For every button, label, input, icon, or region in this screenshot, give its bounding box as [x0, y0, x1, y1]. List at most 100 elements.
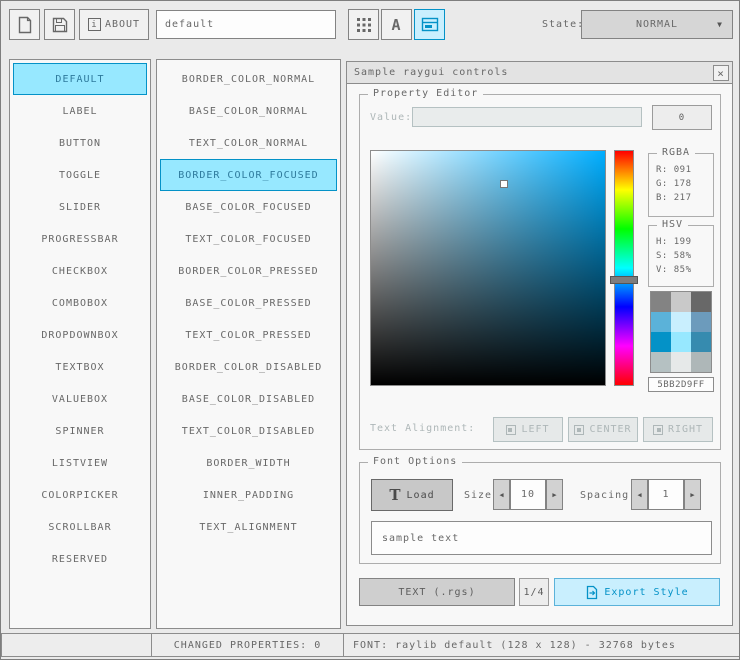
grid-icon: [356, 17, 371, 32]
value-input[interactable]: [412, 107, 642, 127]
align-right-icon: [652, 424, 663, 435]
properties-listview: BORDER_COLOR_NORMAL BASE_COLOR_NORMAL TEXT…: [156, 59, 341, 629]
list-item-default[interactable]: DEFAULT: [13, 63, 147, 95]
about-button[interactable]: i ABOUT: [79, 9, 149, 40]
text-alignment-label: Text Alignment:: [370, 423, 476, 434]
info-icon: i: [87, 18, 101, 31]
list-item-valuebox[interactable]: VALUEBOX: [13, 383, 147, 415]
grid-view-button[interactable]: [348, 9, 379, 40]
arrow-left-icon: ◀: [637, 490, 642, 499]
export-format-button[interactable]: TEXT (.rgs): [359, 578, 515, 606]
color-swatch[interactable]: [671, 312, 691, 332]
list-item-toggle[interactable]: TOGGLE: [13, 159, 147, 191]
align-center-icon: [574, 424, 585, 435]
window-title: Sample raygui controls: [354, 67, 509, 78]
spacing-increment-button[interactable]: ▶: [684, 479, 701, 510]
font-options-group: Font Options T Load Size: ◀ 10 ▶ Spacing…: [359, 456, 721, 564]
list-item-slider[interactable]: SLIDER: [13, 191, 147, 223]
color-swatch[interactable]: [671, 292, 691, 312]
list-item-scrollbar[interactable]: SCROLLBAR: [13, 511, 147, 543]
color-swatch[interactable]: [651, 352, 671, 372]
font-load-label: Load: [406, 489, 435, 501]
list-item-text-color-pressed[interactable]: TEXT_COLOR_PRESSED: [160, 319, 337, 351]
align-right-button[interactable]: RIGHT: [643, 417, 713, 442]
colorpicker-gradient[interactable]: [370, 150, 606, 386]
align-left-icon: [506, 424, 517, 435]
list-item-base-color-normal[interactable]: BASE_COLOR_NORMAL: [160, 95, 337, 127]
color-swatch[interactable]: [671, 352, 691, 372]
pager-button[interactable]: 1/4: [519, 578, 549, 606]
color-swatch[interactable]: [651, 312, 671, 332]
list-item-base-color-focused[interactable]: BASE_COLOR_FOCUSED: [160, 191, 337, 223]
list-item-inner-padding[interactable]: INNER_PADDING: [160, 479, 337, 511]
list-item-button[interactable]: BUTTON: [13, 127, 147, 159]
list-item-border-color-normal[interactable]: BORDER_COLOR_NORMAL: [160, 63, 337, 95]
hsv-h-value: H: 199: [656, 237, 692, 247]
rgba-label: RGBA: [657, 147, 696, 158]
spacing-value[interactable]: 1: [648, 479, 684, 510]
font-icon: A: [391, 15, 402, 34]
list-item-border-color-focused[interactable]: BORDER_COLOR_FOCUSED: [160, 159, 337, 191]
size-increment-button[interactable]: ▶: [546, 479, 563, 510]
font-info-text: FONT: raylib default (128 x 128) - 32768…: [353, 639, 676, 651]
value-label: Value:: [370, 112, 413, 123]
list-item-checkbox[interactable]: CHECKBOX: [13, 255, 147, 287]
hue-bar[interactable]: [610, 150, 638, 386]
list-item-base-color-pressed[interactable]: BASE_COLOR_PRESSED: [160, 287, 337, 319]
save-icon: [52, 17, 67, 32]
font-view-button[interactable]: A: [381, 9, 412, 40]
list-item-border-width[interactable]: BORDER_WIDTH: [160, 447, 337, 479]
load-style-button[interactable]: [9, 9, 40, 40]
rgba-b-value: B: 217: [656, 193, 692, 203]
export-format-label: TEXT (.rgs): [398, 586, 476, 598]
list-item-reserved[interactable]: RESERVED: [13, 543, 147, 575]
property-editor-label: Property Editor: [368, 88, 484, 99]
list-item-text-color-normal[interactable]: TEXT_COLOR_NORMAL: [160, 127, 337, 159]
color-swatch[interactable]: [671, 332, 691, 352]
close-icon[interactable]: ×: [713, 65, 729, 81]
save-style-button[interactable]: [44, 9, 75, 40]
list-item-spinner[interactable]: SPINNER: [13, 415, 147, 447]
rgba-g-value: G: 178: [656, 179, 692, 189]
spacing-decrement-button[interactable]: ◀: [631, 479, 648, 510]
hue-slider-handle[interactable]: [610, 275, 638, 284]
list-item-colorpicker[interactable]: COLORPICKER: [13, 479, 147, 511]
sample-text-box[interactable]: sample text: [371, 521, 712, 555]
list-item-textbox[interactable]: TEXTBOX: [13, 351, 147, 383]
list-item-base-color-disabled[interactable]: BASE_COLOR_DISABLED: [160, 383, 337, 415]
align-right-label: RIGHT: [667, 424, 704, 435]
rgba-r-value: R: 091: [656, 165, 692, 175]
hsv-v-value: V: 85%: [656, 265, 692, 275]
list-item-dropdownbox[interactable]: DROPDOWNBOX: [13, 319, 147, 351]
colorpicker-cursor[interactable]: [500, 179, 509, 188]
list-item-combobox[interactable]: COMBOBOX: [13, 287, 147, 319]
color-swatch[interactable]: [691, 352, 711, 372]
list-item-label[interactable]: LABEL: [13, 95, 147, 127]
controls-view-button[interactable]: [414, 9, 445, 40]
changed-properties-text: CHANGED PROPERTIES: 0: [173, 639, 322, 651]
color-swatch[interactable]: [691, 292, 711, 312]
list-item-border-color-disabled[interactable]: BORDER_COLOR_DISABLED: [160, 351, 337, 383]
export-style-button[interactable]: Export Style: [554, 578, 720, 606]
font-load-button[interactable]: T Load: [371, 479, 453, 511]
align-center-button[interactable]: CENTER: [568, 417, 638, 442]
color-swatch[interactable]: [651, 292, 671, 312]
list-item-text-color-focused[interactable]: TEXT_COLOR_FOCUSED: [160, 223, 337, 255]
list-item-border-color-pressed[interactable]: BORDER_COLOR_PRESSED: [160, 255, 337, 287]
value-button[interactable]: 0: [652, 105, 712, 130]
color-swatch[interactable]: [691, 312, 711, 332]
color-swatch[interactable]: [691, 332, 711, 352]
size-decrement-button[interactable]: ◀: [493, 479, 510, 510]
color-swatch[interactable]: [651, 332, 671, 352]
size-value[interactable]: 10: [510, 479, 546, 510]
list-item-text-color-disabled[interactable]: TEXT_COLOR_DISABLED: [160, 415, 337, 447]
align-left-button[interactable]: LEFT: [493, 417, 563, 442]
list-item-listview[interactable]: LISTVIEW: [13, 447, 147, 479]
list-item-progressbar[interactable]: PROGRESSBAR: [13, 223, 147, 255]
list-item-text-alignment[interactable]: TEXT_ALIGNMENT: [160, 511, 337, 543]
state-dropdown[interactable]: NORMAL ▼: [581, 10, 733, 39]
window-titlebar[interactable]: Sample raygui controls ×: [347, 62, 732, 84]
rguistyler-app: i ABOUT A State: NORMAL: [0, 0, 740, 660]
hsv-label: HSV: [657, 219, 689, 230]
style-name-input[interactable]: [156, 10, 336, 39]
